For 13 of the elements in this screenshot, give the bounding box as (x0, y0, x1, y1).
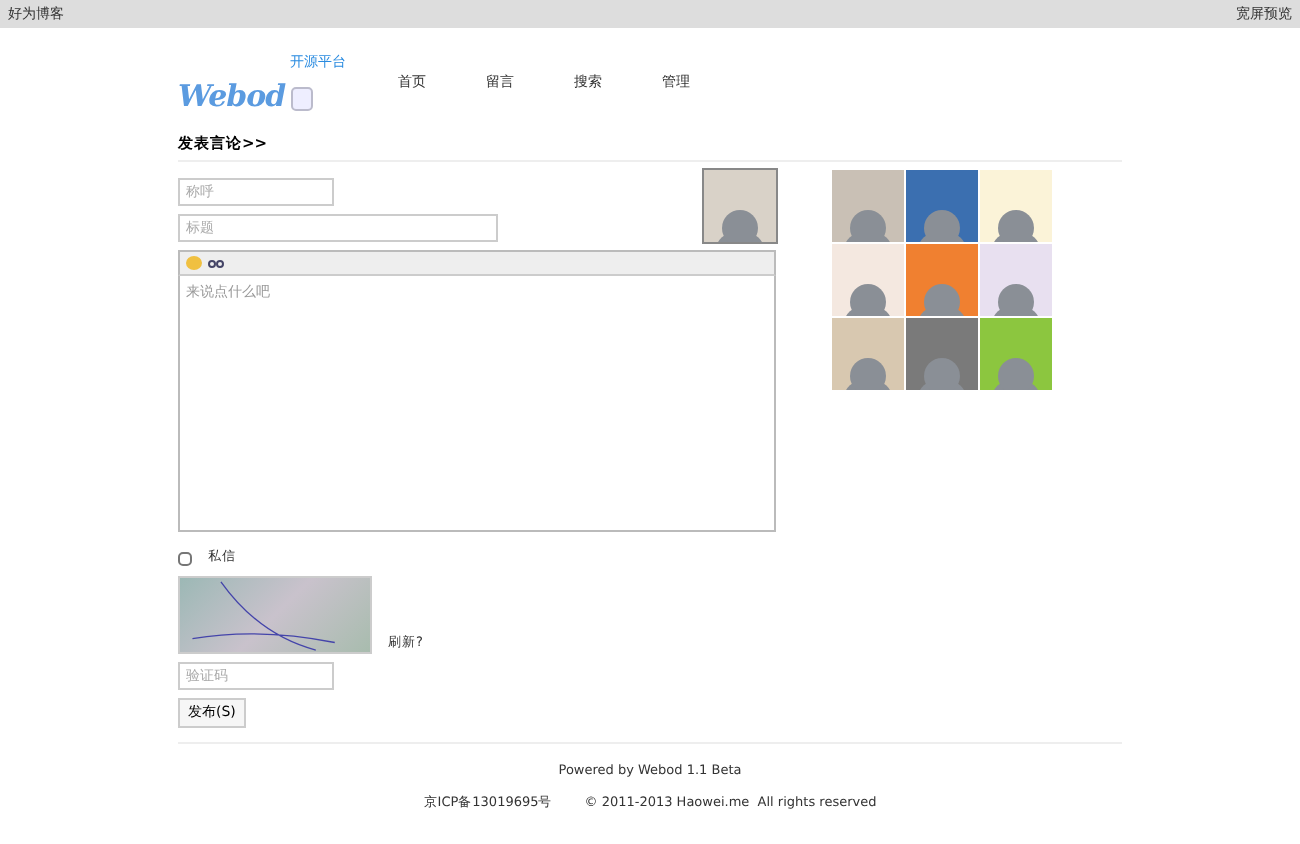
logo-text: Webod (178, 76, 286, 112)
avatar-option[interactable] (832, 318, 904, 391)
smiley-icon[interactable] (186, 256, 202, 271)
avatar-option[interactable] (980, 244, 1052, 317)
avatar-option[interactable] (832, 244, 904, 317)
avatar-option[interactable] (906, 244, 978, 317)
private-checkbox[interactable] (178, 551, 192, 566)
glasses-icon[interactable] (208, 259, 224, 268)
avatar-option[interactable] (980, 318, 1052, 391)
avatar-option[interactable] (832, 170, 904, 243)
avatar-option[interactable] (980, 170, 1052, 243)
avatar-option[interactable] (906, 318, 978, 391)
avatar-option[interactable] (906, 170, 978, 243)
